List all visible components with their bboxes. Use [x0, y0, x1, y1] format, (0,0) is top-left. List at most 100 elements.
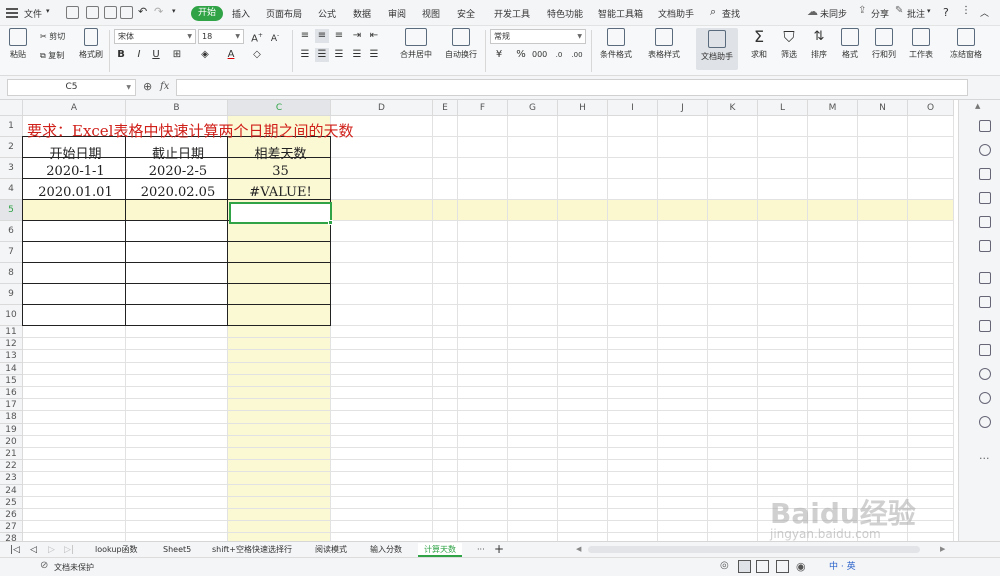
cell[interactable] — [558, 179, 608, 200]
column-header-o[interactable]: O — [908, 100, 954, 116]
cell[interactable] — [458, 326, 508, 339]
cell[interactable] — [808, 326, 858, 339]
cell[interactable] — [508, 533, 558, 541]
cell[interactable] — [658, 362, 708, 375]
cell-a2[interactable]: 开始日期 — [24, 143, 127, 162]
cell[interactable] — [658, 399, 708, 412]
menu-icon[interactable] — [6, 8, 18, 18]
cell[interactable] — [331, 423, 433, 436]
cell[interactable] — [23, 338, 126, 351]
cell[interactable] — [608, 521, 658, 534]
cell[interactable] — [558, 448, 608, 461]
cell[interactable] — [658, 221, 708, 242]
cell[interactable] — [808, 435, 858, 448]
cell[interactable] — [708, 460, 758, 473]
justify-icon[interactable]: ☰ — [350, 48, 364, 62]
cell[interactable] — [908, 362, 954, 375]
cell[interactable] — [433, 350, 458, 363]
column-header-l[interactable]: L — [758, 100, 808, 116]
cell[interactable] — [22, 262, 126, 284]
row-header-17[interactable]: 17 — [0, 399, 23, 412]
ime-english-mode[interactable]: 英 — [847, 562, 856, 572]
cell[interactable] — [22, 283, 126, 305]
cell[interactable] — [331, 242, 433, 263]
cell[interactable] — [758, 472, 808, 485]
cell[interactable] — [508, 158, 558, 179]
decrease-font-icon[interactable]: A- — [268, 29, 282, 44]
row-header-12[interactable]: 12 — [0, 338, 23, 351]
page-break-view-icon[interactable] — [776, 560, 789, 573]
cell[interactable] — [808, 411, 858, 424]
cell[interactable] — [858, 137, 908, 158]
cell[interactable] — [608, 509, 658, 522]
cell[interactable] — [558, 305, 608, 326]
sheet-tab-reading-mode[interactable]: 阅读模式 — [315, 543, 347, 557]
cell[interactable] — [858, 448, 908, 461]
cell[interactable] — [908, 305, 954, 326]
cell[interactable] — [508, 263, 558, 284]
cell[interactable] — [508, 374, 558, 387]
cell[interactable] — [558, 242, 608, 263]
cell[interactable] — [608, 362, 658, 375]
column-header-d[interactable]: D — [331, 100, 433, 116]
help-circle-icon[interactable] — [979, 416, 991, 428]
cell[interactable] — [608, 200, 658, 221]
column-header-n[interactable]: N — [858, 100, 908, 116]
cell[interactable] — [331, 460, 433, 473]
cell[interactable] — [331, 263, 433, 284]
align-bottom-icon[interactable]: ≡ — [332, 29, 346, 43]
cell[interactable] — [758, 305, 808, 326]
cell[interactable] — [658, 284, 708, 305]
currency-icon[interactable]: ¥ — [492, 48, 506, 62]
sidebar-star-icon[interactable] — [979, 144, 991, 156]
cell[interactable] — [433, 179, 458, 200]
page-layout-view-icon[interactable] — [756, 560, 769, 573]
save-icon[interactable] — [66, 6, 79, 19]
cell[interactable] — [658, 200, 708, 221]
cell[interactable] — [858, 338, 908, 351]
cell[interactable] — [658, 533, 708, 541]
cell[interactable] — [331, 387, 433, 400]
cell[interactable] — [227, 304, 331, 326]
column-header-j[interactable]: J — [658, 100, 708, 116]
cell[interactable] — [126, 460, 228, 473]
active-cell-c5[interactable] — [229, 202, 332, 224]
cell[interactable] — [708, 435, 758, 448]
align-center-icon[interactable]: ☰ — [315, 48, 329, 62]
cell[interactable] — [608, 263, 658, 284]
cell[interactable] — [708, 362, 758, 375]
cell[interactable] — [23, 387, 126, 400]
cell[interactable] — [331, 158, 433, 179]
cell[interactable] — [558, 284, 608, 305]
history-icon[interactable] — [979, 392, 991, 404]
cell[interactable] — [858, 387, 908, 400]
cell[interactable] — [858, 411, 908, 424]
row-header-7[interactable]: 7 — [0, 242, 23, 263]
cell[interactable] — [858, 460, 908, 473]
cell[interactable] — [558, 338, 608, 351]
cell[interactable] — [508, 472, 558, 485]
zoom-formula-icon[interactable]: ⊕ — [143, 80, 152, 93]
ime-chinese-mode[interactable]: 中 — [829, 562, 838, 572]
tab-insert[interactable]: 插入 — [232, 7, 250, 20]
cell[interactable] — [458, 221, 508, 242]
cell[interactable] — [658, 338, 708, 351]
copy-button[interactable]: ⧉ 复制 — [40, 50, 64, 61]
cell[interactable] — [858, 242, 908, 263]
merge-center-button[interactable]: 合并居中 — [396, 28, 436, 60]
cell[interactable] — [908, 435, 954, 448]
cell[interactable] — [508, 221, 558, 242]
cell[interactable] — [708, 158, 758, 179]
cell[interactable] — [433, 338, 458, 351]
chart-icon[interactable] — [979, 216, 991, 228]
cell[interactable] — [508, 350, 558, 363]
print-icon[interactable] — [979, 344, 991, 356]
cell[interactable] — [908, 533, 954, 541]
row-header-20[interactable]: 20 — [0, 435, 23, 448]
cell[interactable] — [808, 158, 858, 179]
cell[interactable] — [23, 411, 126, 424]
cell[interactable] — [908, 350, 954, 363]
column-header-h[interactable]: H — [558, 100, 608, 116]
cell[interactable] — [228, 423, 331, 436]
cell[interactable] — [708, 242, 758, 263]
